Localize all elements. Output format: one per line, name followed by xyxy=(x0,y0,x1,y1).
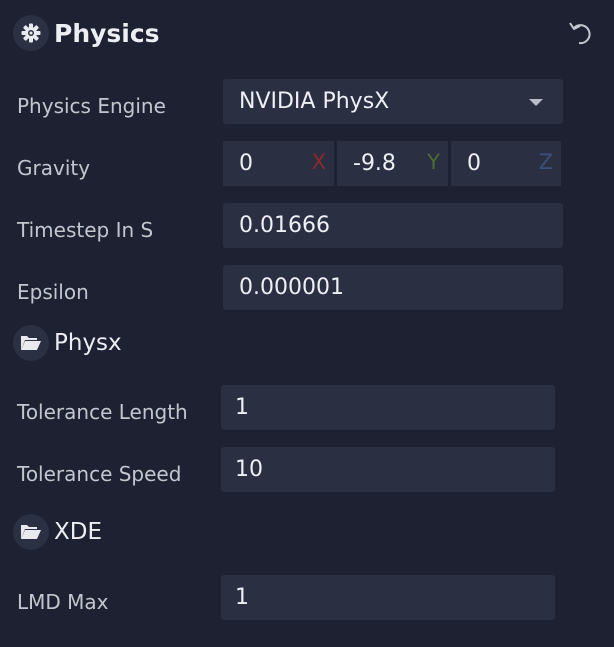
folder-open-icon xyxy=(13,325,49,361)
epsilon-value: 0.000001 xyxy=(239,275,344,300)
lmd-max-input[interactable]: 1 xyxy=(221,575,555,620)
physics-section-header[interactable]: Physics xyxy=(13,15,160,51)
physics-engine-label: Physics Engine xyxy=(17,94,166,118)
z-axis-label: Z xyxy=(538,150,553,174)
tolerance-speed-value: 10 xyxy=(235,457,263,482)
physics-section-title: Physics xyxy=(54,18,160,48)
xde-section-title: XDE xyxy=(54,519,102,545)
gravity-x-value: 0 xyxy=(239,151,253,176)
gravity-label: Gravity xyxy=(17,156,91,180)
physics-engine-dropdown[interactable]: NVIDIA PhysX xyxy=(223,79,563,124)
lmd-max-label: LMD Max xyxy=(17,590,109,614)
tolerance-speed-input[interactable]: 10 xyxy=(221,447,555,492)
reset-icon[interactable] xyxy=(566,19,592,45)
lmd-max-value: 1 xyxy=(235,585,249,610)
epsilon-input[interactable]: 0.000001 xyxy=(223,265,563,310)
xde-section-header[interactable]: XDE xyxy=(13,514,102,550)
physx-section-title: Physx xyxy=(54,330,122,356)
tolerance-length-label: Tolerance Length xyxy=(17,400,188,424)
x-axis-label: X xyxy=(311,150,326,174)
gravity-x-input[interactable]: 0 X xyxy=(223,141,334,186)
timestep-input[interactable]: 0.01666 xyxy=(223,203,563,248)
physx-section-header[interactable]: Physx xyxy=(13,325,122,361)
timestep-label: Timestep In S xyxy=(17,218,154,242)
gravity-y-value: -9.8 xyxy=(353,151,396,176)
gravity-z-input[interactable]: 0 Z xyxy=(451,141,561,186)
epsilon-label: Epsilon xyxy=(17,280,89,304)
gravity-y-input[interactable]: -9.8 Y xyxy=(337,141,448,186)
tolerance-length-input[interactable]: 1 xyxy=(221,385,555,430)
tolerance-speed-label: Tolerance Speed xyxy=(17,462,182,486)
gravity-z-value: 0 xyxy=(467,151,481,176)
timestep-value: 0.01666 xyxy=(239,213,330,238)
chevron-down-icon xyxy=(529,99,543,106)
y-axis-label: Y xyxy=(427,150,440,174)
folder-open-icon xyxy=(13,514,49,550)
physics-engine-value: NVIDIA PhysX xyxy=(239,89,390,114)
tolerance-length-value: 1 xyxy=(235,395,249,420)
gear-icon xyxy=(13,15,49,51)
